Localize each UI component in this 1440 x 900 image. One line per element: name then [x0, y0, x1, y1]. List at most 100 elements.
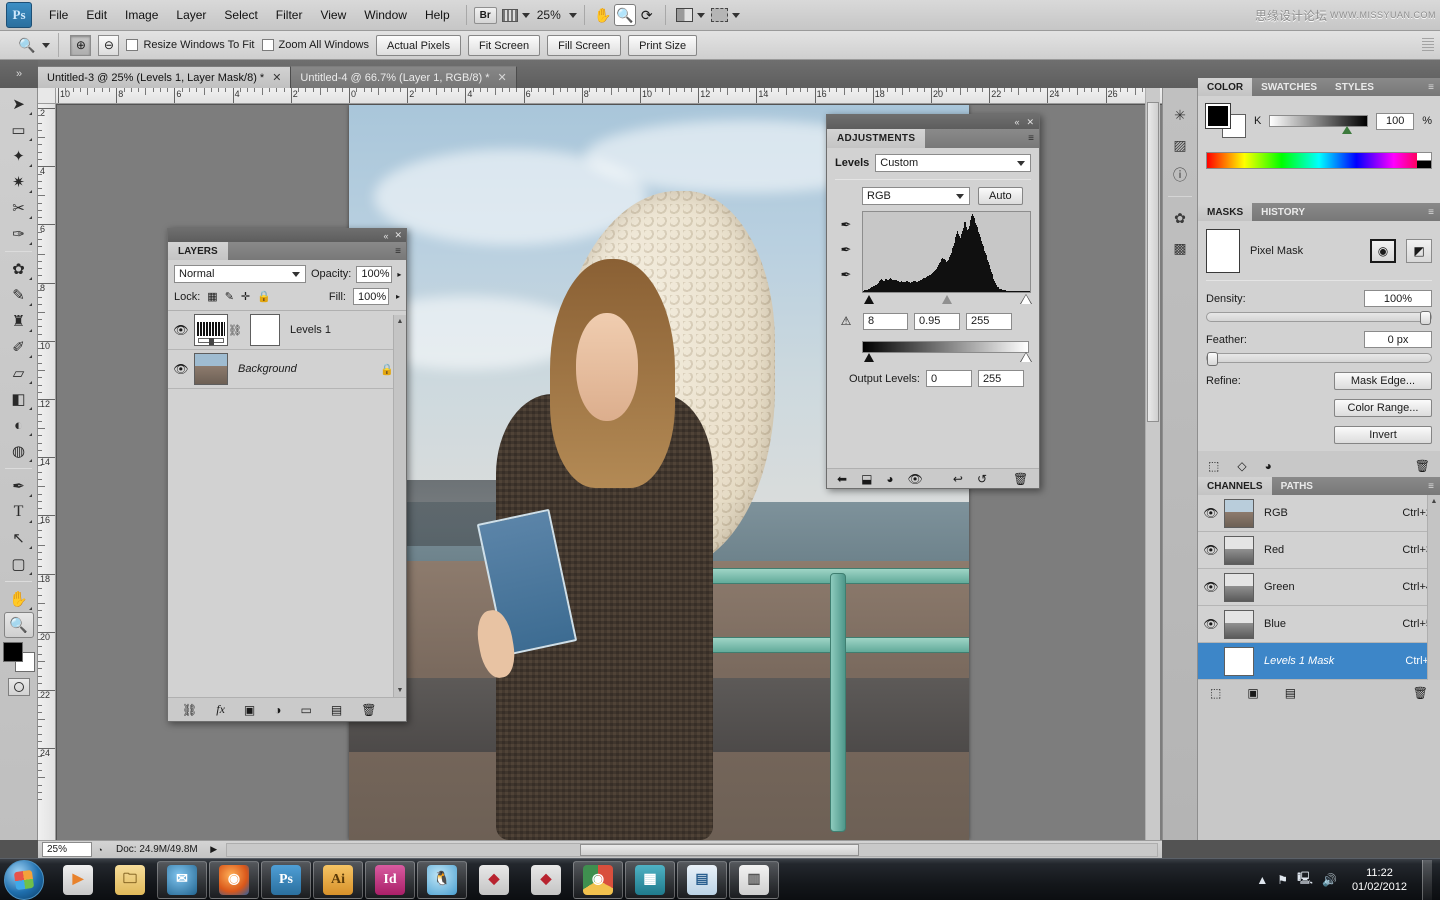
layer-style-fx-icon[interactable]: fx [216, 702, 225, 717]
spot-healing-brush-tool[interactable]: ✿ [4, 256, 34, 282]
delete-channel-icon[interactable]: 🗑 [1413, 686, 1428, 700]
input-highlight-field[interactable]: 255 [966, 313, 1012, 330]
menu-help[interactable]: Help [416, 4, 459, 26]
table-row[interactable]: 👁 Blue Ctrl+5 [1198, 606, 1440, 643]
levels-histogram[interactable] [862, 211, 1031, 293]
fill-stepper-icon[interactable]: ▸ [396, 292, 400, 301]
scroll-up-icon[interactable]: ▲ [1428, 495, 1440, 505]
layer-visibility-eye-icon[interactable]: 👁 [168, 323, 194, 337]
new-fill-adjustment-layer-icon[interactable]: ◑ [274, 703, 281, 717]
horizontal-ruler[interactable]: 10864202468101214161820222426 [56, 88, 1162, 104]
toggle-layer-visibility-icon[interactable]: ◕ [886, 472, 893, 486]
mask-thumbnail[interactable] [1206, 229, 1240, 273]
zoom-out-button[interactable]: ⊖ [98, 35, 119, 56]
channel-thumbnail[interactable] [1224, 647, 1254, 676]
reset-to-previous-icon[interactable]: ↩ [953, 472, 963, 486]
lock-transparent-pixels-icon[interactable]: ▦ [207, 290, 217, 303]
preview-eye-icon[interactable]: 👁 [908, 472, 923, 486]
taskbar-item-illustrator[interactable]: Ai [313, 861, 363, 899]
channel-visibility-eye-icon[interactable]: 👁 [1198, 506, 1224, 520]
table-row[interactable]: 👁 RGB Ctrl+2 [1198, 495, 1440, 532]
path-selection-tool[interactable]: ↖ [4, 525, 34, 551]
panel-menu-icon[interactable]: ≡ [1028, 129, 1039, 148]
layer-visibility-eye-icon[interactable]: 👁 [168, 362, 194, 376]
info-panel-icon[interactable]: ⓘ [1167, 162, 1193, 188]
vector-mask-button[interactable]: ◩ [1406, 239, 1432, 263]
move-tool[interactable]: ➤ [4, 91, 34, 117]
lock-position-icon[interactable]: ✛ [241, 290, 250, 303]
tab-paths[interactable]: PATHS [1272, 477, 1322, 495]
clone-source-panel-icon[interactable]: ▩ [1167, 235, 1193, 261]
menu-edit[interactable]: Edit [77, 4, 116, 26]
vertical-ruler[interactable]: 24681012141618202224 [38, 104, 56, 840]
adjustments-titlebar[interactable]: « ✕ [827, 115, 1039, 129]
fill-field[interactable]: 100% [353, 288, 389, 305]
channel-thumbnail[interactable] [1224, 536, 1254, 565]
black-input-marker[interactable] [864, 295, 874, 304]
density-slider[interactable] [1206, 312, 1432, 322]
add-layer-mask-icon[interactable]: ▣ [244, 703, 255, 717]
save-selection-as-channel-icon[interactable]: ▣ [1247, 686, 1258, 700]
layers-titlebar[interactable]: « ✕ [168, 229, 406, 242]
close-icon[interactable]: ✕ [394, 230, 402, 241]
taskbar-item-pdf-app[interactable]: ▥ [729, 861, 779, 899]
resize-windows-to-fit-checkbox[interactable]: Resize Windows To Fit [126, 39, 254, 51]
tab-channels[interactable]: CHANNELS [1198, 477, 1272, 495]
taskbar-item-notepad-app[interactable]: ▤ [677, 861, 727, 899]
white-black-swatch[interactable] [1417, 153, 1431, 168]
output-black-marker[interactable] [864, 353, 874, 362]
tab-layers[interactable]: LAYERS [168, 242, 228, 260]
channel-visibility-eye-icon[interactable]: 👁 [1198, 617, 1224, 631]
rotate-view-tool-quick[interactable]: ⟳ [636, 4, 658, 26]
taskbar-item-thunderbird[interactable]: ✉ [157, 861, 207, 899]
tab-adjustments[interactable]: ADJUSTMENTS [827, 129, 925, 148]
new-group-icon[interactable]: ▭ [301, 703, 312, 717]
taskbar-item-windows-explorer[interactable]: 🗀 [105, 861, 155, 899]
launch-bridge-button[interactable]: Br [474, 7, 497, 24]
layer-thumbnail-background[interactable] [194, 353, 228, 385]
levels-preset-select[interactable]: Custom [875, 154, 1031, 172]
actual-pixels-button[interactable]: Actual Pixels [376, 35, 461, 56]
channels-scrollbar[interactable]: ▲ [1427, 495, 1440, 680]
taskbar-item-qq-messenger[interactable]: 🐧 [417, 861, 467, 899]
opacity-field[interactable]: 100% [356, 266, 392, 283]
tab-masks[interactable]: MASKS [1198, 203, 1252, 221]
feather-slider[interactable] [1206, 353, 1432, 363]
channel-select[interactable]: RGB [862, 187, 970, 205]
close-icon[interactable]: ✕ [1026, 117, 1034, 128]
menu-image[interactable]: Image [116, 4, 167, 26]
history-brush-tool[interactable]: ✐ [4, 334, 34, 360]
layer-thumbnail-adjustment[interactable] [194, 314, 228, 346]
layer-mask-thumbnail[interactable] [250, 314, 280, 346]
panel-menu-icon[interactable]: ≡ [1428, 203, 1440, 221]
table-row[interactable]: Levels 1 Mask Ctrl+\ [1198, 643, 1440, 680]
color-range-button[interactable]: Color Range... [1334, 399, 1432, 417]
arrange-documents-button[interactable] [673, 8, 708, 22]
table-row[interactable]: 👁 Green Ctrl+4 [1198, 569, 1440, 606]
mask-edge-button[interactable]: Mask Edge... [1334, 372, 1432, 390]
scroll-up-icon[interactable]: ▲ [394, 315, 406, 328]
channel-thumbnail[interactable] [1224, 499, 1254, 528]
tab-history[interactable]: HISTORY [1252, 203, 1314, 221]
screen-mode-button[interactable] [708, 8, 743, 22]
navigator-panel-icon[interactable]: ✳ [1167, 102, 1193, 128]
delete-layer-icon[interactable]: 🗑 [361, 703, 376, 717]
zoom-in-button[interactable]: ⊕ [70, 35, 91, 56]
view-extras-button[interactable] [499, 9, 533, 22]
channel-thumbnail[interactable] [1224, 573, 1254, 602]
scrollbar-thumb[interactable] [580, 844, 859, 856]
link-layers-icon[interactable]: ⛓ [182, 703, 197, 717]
panel-menu-icon[interactable]: ≡ [395, 242, 406, 260]
k-slider-thumb[interactable] [1342, 126, 1352, 134]
fill-screen-button[interactable]: Fill Screen [547, 35, 621, 56]
delete-mask-icon[interactable]: 🗑 [1415, 459, 1430, 473]
panel-menu-icon[interactable]: ≡ [1428, 477, 1440, 495]
type-tool[interactable]: T [4, 499, 34, 525]
foreground-color-swatch[interactable] [1206, 104, 1230, 128]
load-selection-from-mask-icon[interactable]: ⬚ [1208, 459, 1219, 473]
zoom-tool-quick[interactable]: 🔍 [614, 4, 636, 26]
show-desktop-button[interactable] [1422, 860, 1432, 900]
tool-preset-picker[interactable]: 🔍 [18, 33, 59, 57]
pen-tool[interactable]: ✒ [4, 473, 34, 499]
taskbar-item-indesign[interactable]: Id [365, 861, 415, 899]
